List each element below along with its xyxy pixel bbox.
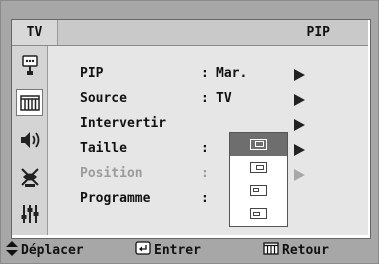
submenu-arrow-icon <box>294 169 305 181</box>
submenu-arrow-icon[interactable] <box>294 94 305 106</box>
menu-row-label: Source <box>80 91 127 106</box>
size-double-icon <box>250 208 267 219</box>
footer-move-label: Déplacer <box>21 243 84 258</box>
size-option-double[interactable] <box>230 202 287 225</box>
enter-icon <box>135 241 151 261</box>
menu-row-label: Position <box>80 166 143 181</box>
title-bar: TV PIP <box>12 20 368 46</box>
menu-row-label: PIP <box>80 66 104 81</box>
footer-enter: Entrer <box>135 241 201 261</box>
up-down-arrow-icon <box>6 240 18 262</box>
menu-row-colon: : <box>201 166 209 181</box>
tv-tab[interactable]: TV <box>12 20 58 45</box>
submenu-arrow-icon[interactable] <box>294 119 305 131</box>
menu-row-colon: : <box>201 141 209 156</box>
sound-icon[interactable] <box>16 126 43 153</box>
footer-return: Retour <box>263 241 329 261</box>
menu-row-label: Intervertir <box>80 116 167 131</box>
submenu-arrow-icon[interactable] <box>294 69 305 81</box>
size-options-popup <box>229 132 288 227</box>
input-icon[interactable] <box>16 52 43 79</box>
submenu-arrow-icon[interactable] <box>294 144 305 156</box>
menu-row-value: TV <box>216 91 232 106</box>
size-option-small[interactable] <box>230 179 287 202</box>
footer-enter-label: Entrer <box>154 243 201 258</box>
menu-row-colon: : <box>201 191 209 206</box>
menu-return-icon <box>263 241 279 261</box>
menu-row-colon: : <box>201 91 209 106</box>
size-medium-icon <box>250 162 267 173</box>
size-option-large[interactable] <box>230 133 287 156</box>
menu-row-value: Mar. <box>216 66 248 81</box>
setup-sliders-icon[interactable] <box>16 200 43 227</box>
osd-menu: TV PIP PIP: Mar. Source: TV Interverti… <box>0 0 379 264</box>
footer-help-bar: Déplacer Entrer Retour <box>1 237 379 265</box>
size-large-icon <box>250 139 267 150</box>
size-small-icon <box>250 185 267 196</box>
menu-row-colon: : <box>201 66 209 81</box>
footer-return-label: Retour <box>282 243 329 258</box>
channel-antenna-icon[interactable] <box>16 163 43 190</box>
picture-icon[interactable] <box>16 89 43 116</box>
menu-row-label: Taille <box>80 141 127 156</box>
side-menu <box>12 46 48 235</box>
footer-move: Déplacer <box>6 240 84 262</box>
menu-row-label: Programme <box>80 191 151 206</box>
menu-title: PIP <box>306 25 330 40</box>
size-option-medium[interactable] <box>230 156 287 179</box>
